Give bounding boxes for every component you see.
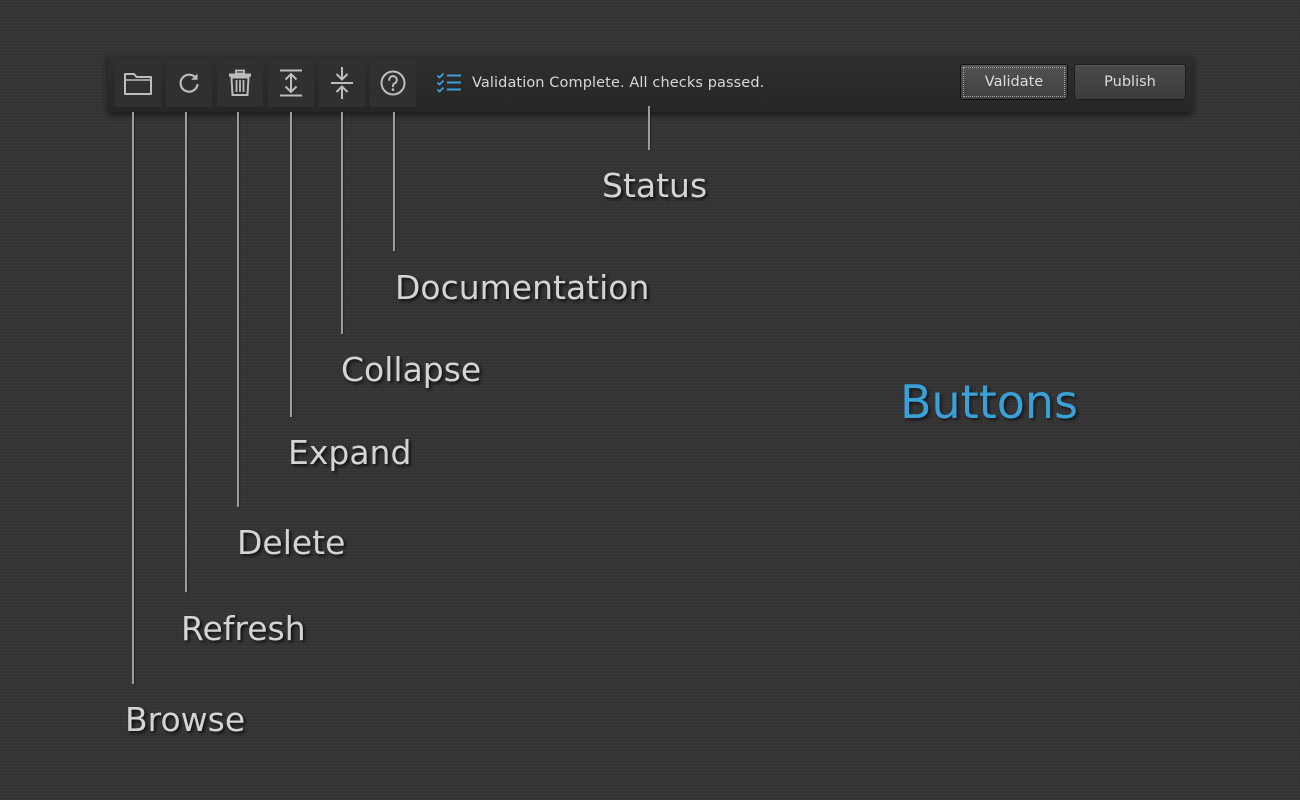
browse-button[interactable] [115, 59, 161, 107]
refresh-icon [179, 73, 199, 93]
expand-leader-line [290, 112, 292, 417]
status-leader-line [648, 106, 650, 150]
collapse-callout: Collapse [341, 350, 482, 389]
toolbar: Validation Complete. All checks passed. … [108, 54, 1193, 112]
trash-icon [229, 69, 251, 96]
status-text: Validation Complete. All checks passed. [472, 75, 765, 91]
collapse-leader-line [341, 112, 343, 334]
delete-button[interactable] [217, 59, 263, 107]
collapse-icon [331, 67, 353, 99]
documentation-leader-line [393, 112, 395, 251]
status-callout: Status [602, 166, 708, 205]
page-heading: Buttons [900, 375, 1079, 429]
documentation-button[interactable] [370, 59, 416, 107]
refresh-leader-line [185, 112, 187, 592]
refresh-button[interactable] [166, 59, 212, 107]
expand-icon [280, 69, 302, 97]
checklist-icon [436, 72, 461, 93]
status-area: Validation Complete. All checks passed. [436, 54, 764, 112]
delete-callout: Delete [237, 523, 346, 562]
expand-button[interactable] [268, 59, 314, 107]
publish-button[interactable]: Publish [1074, 64, 1186, 100]
expand-callout: Expand [288, 433, 412, 472]
validate-button[interactable]: Validate [960, 64, 1068, 100]
collapse-button[interactable] [319, 59, 365, 107]
browse-callout: Browse [125, 700, 246, 739]
delete-leader-line [237, 112, 239, 507]
refresh-callout: Refresh [181, 609, 306, 648]
documentation-callout: Documentation [395, 268, 650, 307]
help-icon [380, 70, 406, 96]
folder-icon [124, 73, 152, 95]
browse-leader-line [132, 112, 134, 684]
